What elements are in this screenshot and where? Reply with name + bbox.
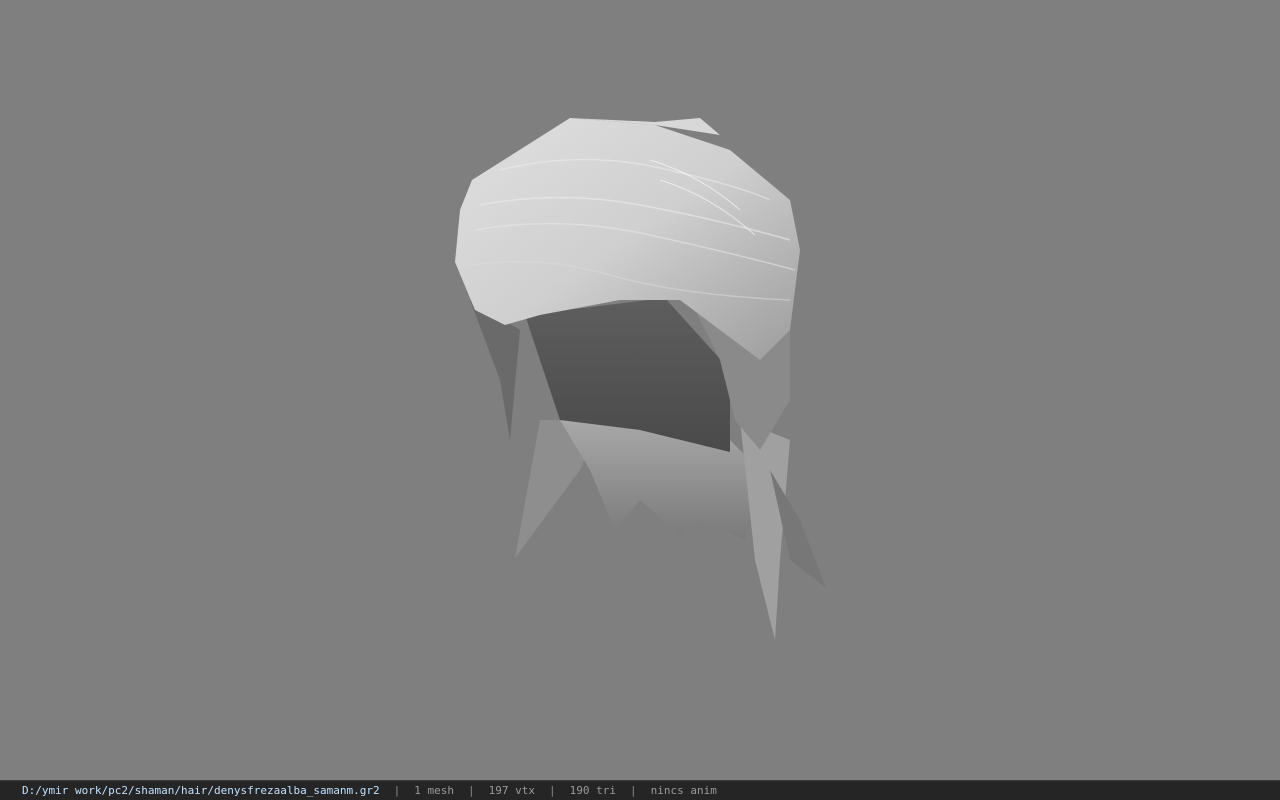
status-bar: D:/ymir work/pc2/shaman/hair/denysfrezaa… <box>0 780 1280 800</box>
status-separator: | <box>393 784 401 797</box>
status-separator: | <box>468 784 475 797</box>
status-vertex-count: 197 vtx <box>488 784 535 797</box>
status-anim-info: nincs anim <box>650 784 717 797</box>
status-separator: | <box>629 784 637 797</box>
status-triangle-count: 190 tri <box>569 784 616 797</box>
status-separator: | <box>548 784 556 797</box>
status-mesh-count: 1 mesh <box>414 784 454 797</box>
status-file-path: D:/ymir work/pc2/shaman/hair/denysfrezaa… <box>22 784 380 797</box>
hair-mesh-render <box>455 118 826 640</box>
3d-viewport[interactable] <box>0 0 1280 780</box>
